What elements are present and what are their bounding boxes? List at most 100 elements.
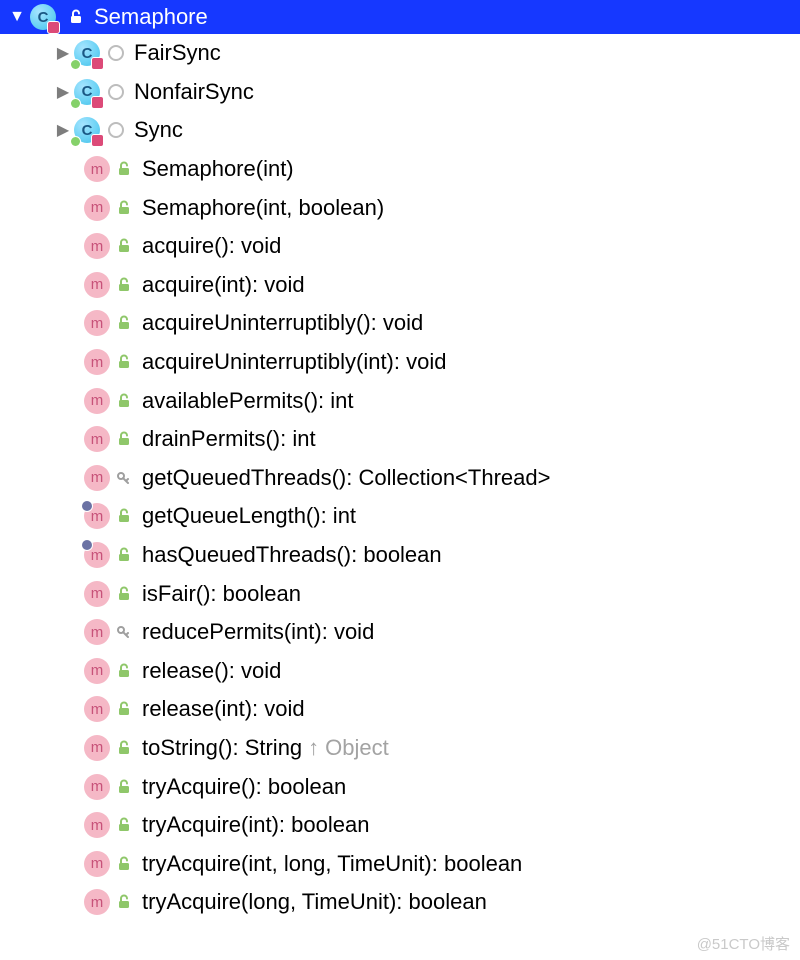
package-visibility-icon xyxy=(108,84,124,100)
public-lock-icon xyxy=(114,198,134,218)
member-label: acquire(): void xyxy=(142,233,281,259)
final-badge-icon xyxy=(92,135,103,146)
member-node[interactable]: ▶mSemaphore(int) xyxy=(0,150,800,189)
final-badge-icon xyxy=(92,97,103,108)
static-badge-icon xyxy=(71,60,80,69)
member-node[interactable]: ▶mtryAcquire(int): boolean xyxy=(0,806,800,845)
expand-toggle-icon[interactable]: ▶ xyxy=(52,43,74,63)
public-lock-icon xyxy=(114,545,134,565)
member-node[interactable]: ▶mtryAcquire(long, TimeUnit): boolean xyxy=(0,883,800,922)
inner-class-node[interactable]: ▶ C NonfairSync xyxy=(0,73,800,112)
member-node[interactable]: ▶mtryAcquire(): boolean xyxy=(0,767,800,806)
class-letter: C xyxy=(82,83,93,100)
member-label: toString(): String xyxy=(142,735,302,761)
member-node[interactable]: ▶mtryAcquire(int, long, TimeUnit): boole… xyxy=(0,844,800,883)
member-node[interactable]: ▶mSemaphore(int, boolean) xyxy=(0,188,800,227)
class-icon: C xyxy=(74,40,100,66)
member-label: drainPermits(): int xyxy=(142,426,316,452)
expand-toggle-icon[interactable]: ▶ xyxy=(52,82,74,102)
inherit-from-label: Object xyxy=(325,735,389,761)
package-visibility-icon xyxy=(108,45,124,61)
method-icon: m xyxy=(84,619,110,645)
inner-class-node[interactable]: ▶C Sync xyxy=(0,111,800,150)
member-label: getQueueLength(): int xyxy=(142,503,356,529)
class-letter: C xyxy=(38,9,49,26)
public-lock-icon xyxy=(66,7,86,27)
member-node[interactable]: ▶mrelease(int): void xyxy=(0,690,800,729)
public-lock-icon xyxy=(114,777,134,797)
member-node[interactable]: ▶mrelease(): void xyxy=(0,652,800,691)
public-lock-icon xyxy=(114,313,134,333)
member-label: hasQueuedThreads(): boolean xyxy=(142,542,442,568)
member-label: getQueuedThreads(): Collection<Thread> xyxy=(142,465,550,491)
class-icon: C xyxy=(74,79,100,105)
public-lock-icon xyxy=(114,584,134,604)
public-lock-icon xyxy=(114,892,134,912)
member-node[interactable]: ▶mtoString(): String↑Object xyxy=(0,729,800,768)
method-icon: m xyxy=(84,581,110,607)
public-lock-icon xyxy=(114,429,134,449)
package-visibility-icon xyxy=(108,122,124,138)
method-icon: m xyxy=(84,735,110,761)
member-node[interactable]: ▶mavailablePermits(): int xyxy=(0,381,800,420)
member-node[interactable]: ▶misFair(): boolean xyxy=(0,574,800,613)
class-icon: C xyxy=(74,117,100,143)
inner-class-label: NonfairSync xyxy=(134,79,254,105)
class-label: Semaphore xyxy=(94,4,208,30)
inherit-arrow-icon: ↑ xyxy=(308,735,319,761)
static-badge-icon xyxy=(71,99,80,108)
public-lock-icon xyxy=(114,506,134,526)
member-node[interactable]: ▶macquire(int): void xyxy=(0,266,800,305)
member-label: tryAcquire(long, TimeUnit): boolean xyxy=(142,889,487,915)
structure-tree: ▼ C Semaphore ▶CFairSync▶CNonfairSync▶CS… xyxy=(0,0,800,922)
member-label: release(): void xyxy=(142,658,281,684)
inner-class-node[interactable]: ▶CFairSync xyxy=(0,34,800,73)
method-icon: m xyxy=(84,272,110,298)
public-lock-icon xyxy=(114,159,134,179)
protected-key-icon xyxy=(114,622,134,642)
member-label: isFair(): boolean xyxy=(142,581,301,607)
public-lock-icon xyxy=(114,236,134,256)
inner-class-label: Sync xyxy=(134,117,183,143)
method-icon: m xyxy=(84,658,110,684)
expand-toggle-icon[interactable]: ▼ xyxy=(6,8,28,26)
method-icon: m xyxy=(84,851,110,877)
method-icon: m xyxy=(84,426,110,452)
public-lock-icon xyxy=(114,854,134,874)
method-icon: m xyxy=(84,812,110,838)
member-label: acquireUninterruptibly(int): void xyxy=(142,349,446,375)
method-icon: m xyxy=(84,542,110,568)
member-node[interactable]: ▶mreducePermits(int): void xyxy=(0,613,800,652)
public-lock-icon xyxy=(114,352,134,372)
class-letter: C xyxy=(82,45,93,62)
member-node[interactable]: ▶macquire(): void xyxy=(0,227,800,266)
member-label: Semaphore(int) xyxy=(142,156,294,182)
member-node[interactable]: ▶mgetQueueLength(): int xyxy=(0,497,800,536)
watermark: @51CTO博客 xyxy=(697,933,790,954)
method-icon: m xyxy=(84,696,110,722)
member-label: acquire(int): void xyxy=(142,272,305,298)
final-badge-icon xyxy=(48,22,59,33)
public-lock-icon xyxy=(114,815,134,835)
member-label: release(int): void xyxy=(142,696,305,722)
public-lock-icon xyxy=(114,699,134,719)
public-lock-icon xyxy=(114,738,134,758)
member-node[interactable]: ▶macquireUninterruptibly(): void xyxy=(0,304,800,343)
member-label: reducePermits(int): void xyxy=(142,619,374,645)
public-lock-icon xyxy=(114,275,134,295)
member-node[interactable]: ▶mdrainPermits(): int xyxy=(0,420,800,459)
member-label: tryAcquire(): boolean xyxy=(142,774,346,800)
member-node[interactable]: ▶mgetQueuedThreads(): Collection<Thread> xyxy=(0,459,800,498)
member-node[interactable]: ▶mhasQueuedThreads(): boolean xyxy=(0,536,800,575)
method-icon: m xyxy=(84,465,110,491)
member-label: tryAcquire(int, long, TimeUnit): boolean xyxy=(142,851,522,877)
protected-key-icon xyxy=(114,468,134,488)
member-node[interactable]: ▶macquireUninterruptibly(int): void xyxy=(0,343,800,382)
method-icon: m xyxy=(84,310,110,336)
member-label: Semaphore(int, boolean) xyxy=(142,195,384,221)
method-icon: m xyxy=(84,233,110,259)
expand-toggle-icon[interactable]: ▶ xyxy=(52,120,74,140)
class-node-semaphore[interactable]: ▼ C Semaphore xyxy=(0,0,800,34)
method-icon: m xyxy=(84,195,110,221)
static-badge-icon xyxy=(71,137,80,146)
